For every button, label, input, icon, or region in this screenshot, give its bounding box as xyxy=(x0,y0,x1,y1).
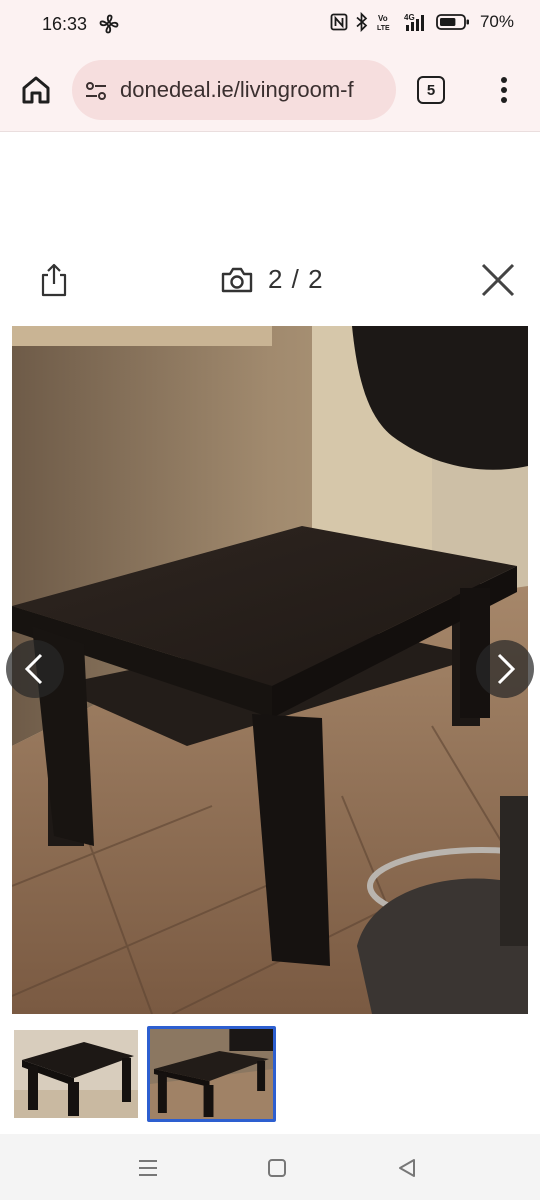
url-text[interactable]: donedeal.ie/livingroom-f xyxy=(120,77,390,103)
fan-icon xyxy=(99,14,119,34)
prev-image-button[interactable] xyxy=(6,640,64,698)
volte-icon: Vo LTE xyxy=(377,14,390,32)
status-icons: Vo LTE 4G 70% xyxy=(330,12,514,32)
battery-percent: 70% xyxy=(479,12,514,31)
chevron-left-icon xyxy=(24,653,43,685)
nfc-icon xyxy=(330,13,348,31)
tune-icon[interactable] xyxy=(84,79,108,103)
camera-icon xyxy=(221,267,253,292)
back-triangle-icon[interactable] xyxy=(395,1156,419,1180)
more-vert-icon[interactable] xyxy=(492,74,516,106)
svg-text:4G: 4G xyxy=(404,13,415,22)
thumbnail-2-selected[interactable] xyxy=(147,1026,276,1122)
main-photo[interactable] xyxy=(12,326,528,1014)
home-icon[interactable] xyxy=(20,74,52,106)
battery-icon xyxy=(436,14,469,30)
status-bar: 16:33 Vo LTE 4G 70% xyxy=(0,0,540,50)
next-image-button[interactable] xyxy=(476,640,534,698)
status-time: 16:33 xyxy=(42,14,88,34)
tab-count: 5 xyxy=(426,81,436,99)
svg-text:LTE: LTE xyxy=(377,25,390,32)
bluetooth-icon xyxy=(356,12,368,32)
thumbnail-strip xyxy=(0,1024,540,1124)
gallery-header: 2 / 2 xyxy=(0,250,540,310)
counter-text: 2 / 2 xyxy=(268,264,324,294)
signal-4g-icon: 4G xyxy=(404,13,424,31)
home-square-icon[interactable] xyxy=(265,1156,289,1180)
recents-icon[interactable] xyxy=(136,1156,160,1180)
system-nav-bar xyxy=(0,1134,540,1200)
close-icon[interactable] xyxy=(478,260,518,300)
svg-text:Vo: Vo xyxy=(378,14,388,23)
image-counter: 2 / 2 xyxy=(220,264,324,295)
chevron-right-icon xyxy=(497,653,516,685)
share-icon[interactable] xyxy=(38,262,70,298)
screen: 16:33 Vo LTE 4G 70% donedeal.ie/livingro… xyxy=(0,0,540,1200)
tab-switcher-button[interactable]: 5 xyxy=(417,76,445,104)
browser-toolbar: donedeal.ie/livingroom-f 5 xyxy=(0,50,540,132)
address-bar[interactable]: donedeal.ie/livingroom-f xyxy=(72,60,396,120)
thumbnail-1[interactable] xyxy=(14,1030,138,1118)
